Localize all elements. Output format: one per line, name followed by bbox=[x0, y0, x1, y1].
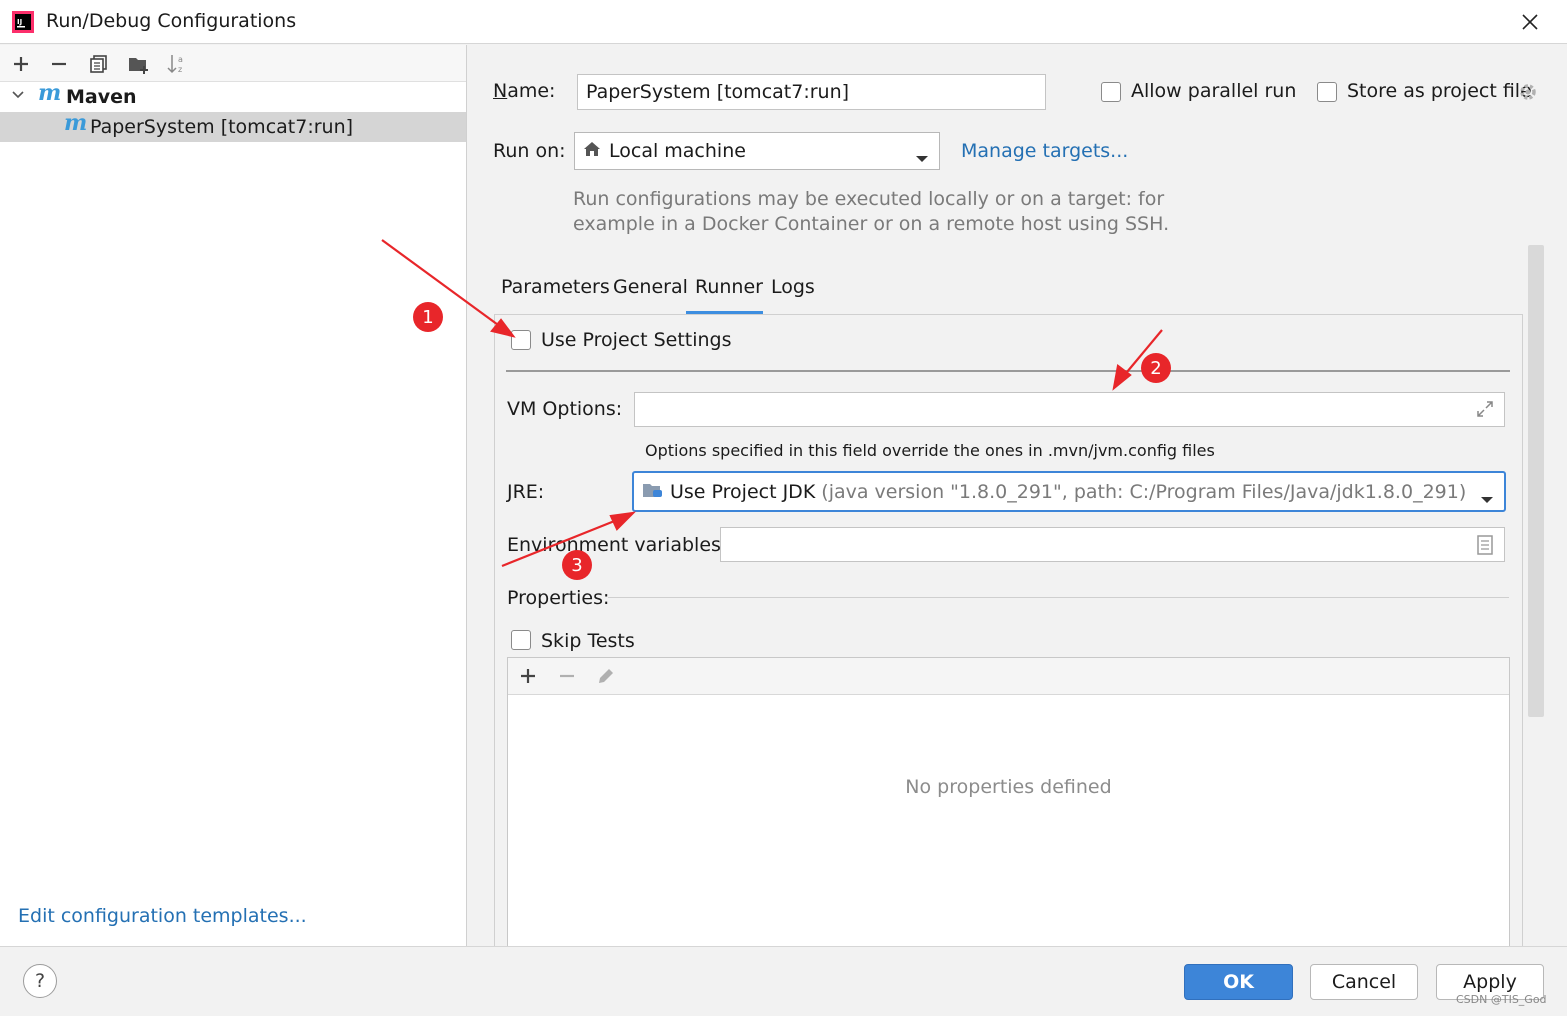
home-icon bbox=[583, 140, 601, 163]
question-icon: ? bbox=[34, 970, 46, 992]
dropdown-arrow-icon bbox=[1480, 488, 1494, 510]
tree-item-label: PaperSystem [tomcat7:run] bbox=[90, 116, 354, 138]
plus-icon[interactable] bbox=[519, 667, 537, 690]
store-project-file-label: Store as project file bbox=[1347, 80, 1532, 102]
jre-value-main: Use Project JDK bbox=[670, 480, 816, 503]
name-label-rest: ame: bbox=[507, 80, 556, 102]
run-on-label: Run on: bbox=[493, 140, 566, 162]
svg-text:a: a bbox=[178, 55, 183, 64]
svg-text:z: z bbox=[178, 65, 182, 74]
tree-group-label: Maven bbox=[66, 86, 137, 108]
help-button[interactable]: ? bbox=[23, 964, 57, 998]
window-title: Run/Debug Configurations bbox=[46, 10, 297, 32]
close-button[interactable] bbox=[1510, 6, 1550, 38]
edit-templates-link[interactable]: Edit configuration templates... bbox=[18, 905, 307, 927]
use-project-settings-label: Use Project Settings bbox=[541, 329, 732, 351]
sort-az-icon[interactable]: az bbox=[164, 51, 190, 77]
annotation-badge-2: 2 bbox=[1141, 353, 1171, 383]
allow-parallel-label: Allow parallel run bbox=[1131, 80, 1297, 102]
properties-label: Properties: bbox=[507, 587, 610, 609]
dialog-button-bar: ? OK Cancel Apply bbox=[0, 946, 1567, 1016]
tab-runner[interactable]: Runner bbox=[695, 276, 763, 298]
maven-icon: m bbox=[64, 110, 88, 136]
tree-toolbar: az bbox=[0, 45, 466, 82]
name-field[interactable]: PaperSystem [tomcat7:run] bbox=[577, 74, 1046, 110]
jdk-folder-icon bbox=[642, 481, 664, 504]
vm-options-field[interactable] bbox=[634, 392, 1505, 427]
use-project-settings-checkbox[interactable] bbox=[511, 330, 531, 350]
run-on-hint-line2: example in a Docker Container or on a re… bbox=[573, 213, 1170, 235]
no-properties-text: No properties defined bbox=[905, 776, 1112, 798]
document-icon[interactable] bbox=[1476, 535, 1494, 560]
run-on-hint-line1: Run configurations may be executed local… bbox=[573, 188, 1165, 210]
tab-general[interactable]: General bbox=[613, 276, 688, 298]
copy-icon[interactable] bbox=[86, 51, 112, 77]
jre-dropdown[interactable]: Use Project JDK (java version "1.8.0_291… bbox=[632, 471, 1506, 512]
scrollbar[interactable] bbox=[1528, 245, 1544, 717]
env-vars-label: Environment variables: bbox=[507, 534, 728, 556]
chevron-down-icon[interactable] bbox=[10, 86, 26, 108]
name-label: Name: bbox=[493, 80, 556, 102]
gear-icon[interactable] bbox=[1518, 82, 1538, 107]
svg-text:IJ: IJ bbox=[17, 18, 22, 26]
plus-icon[interactable] bbox=[8, 51, 34, 77]
jre-value-detail: (java version "1.8.0_291", path: C:/Prog… bbox=[821, 480, 1467, 503]
run-on-dropdown[interactable]: Local machine bbox=[574, 132, 940, 170]
allow-parallel-checkbox[interactable] bbox=[1101, 82, 1121, 102]
folder-add-icon[interactable] bbox=[126, 51, 152, 77]
properties-toolbar bbox=[508, 658, 1509, 695]
annotation-badge-1: 1 bbox=[413, 302, 443, 332]
skip-tests-checkbox[interactable] bbox=[511, 630, 531, 650]
tab-parameters[interactable]: Parameters bbox=[501, 276, 610, 298]
maven-icon: m bbox=[38, 80, 62, 106]
expand-icon[interactable] bbox=[1476, 400, 1494, 423]
tab-logs[interactable]: Logs bbox=[771, 276, 815, 298]
annotation-badge-3: 3 bbox=[562, 550, 592, 580]
close-icon bbox=[1522, 14, 1538, 30]
manage-targets-link[interactable]: Manage targets... bbox=[961, 140, 1128, 162]
minus-icon[interactable] bbox=[558, 667, 576, 690]
intellij-logo-icon: IJ bbox=[12, 11, 34, 33]
title-bar: IJ Run/Debug Configurations bbox=[0, 0, 1567, 44]
config-tree-panel: az m Maven m PaperSystem [tomcat7:run] E… bbox=[0, 45, 467, 946]
watermark: CSDN @TIS_God bbox=[1456, 993, 1547, 1006]
tree-group-maven[interactable]: m Maven bbox=[0, 80, 466, 112]
minus-icon[interactable] bbox=[46, 51, 72, 77]
ok-button[interactable]: OK bbox=[1184, 964, 1293, 1000]
properties-table: No properties defined bbox=[507, 657, 1510, 957]
vm-options-label: VM Options: bbox=[507, 398, 623, 420]
env-vars-field[interactable] bbox=[720, 527, 1505, 562]
run-on-value: Local machine bbox=[609, 140, 746, 162]
tree-item-papersystem[interactable]: m PaperSystem [tomcat7:run] bbox=[0, 110, 466, 142]
dropdown-arrow-icon bbox=[915, 147, 929, 169]
vm-options-hint: Options specified in this field override… bbox=[645, 441, 1215, 460]
store-project-file-checkbox[interactable] bbox=[1317, 82, 1337, 102]
skip-tests-label: Skip Tests bbox=[541, 630, 635, 652]
pencil-icon[interactable] bbox=[596, 666, 616, 691]
jre-label: JRE: bbox=[507, 481, 545, 503]
properties-separator bbox=[608, 597, 1509, 598]
cancel-button[interactable]: Cancel bbox=[1310, 964, 1418, 1000]
separator bbox=[506, 370, 1510, 372]
config-editor-panel: Name: PaperSystem [tomcat7:run] Allow pa… bbox=[468, 45, 1567, 957]
